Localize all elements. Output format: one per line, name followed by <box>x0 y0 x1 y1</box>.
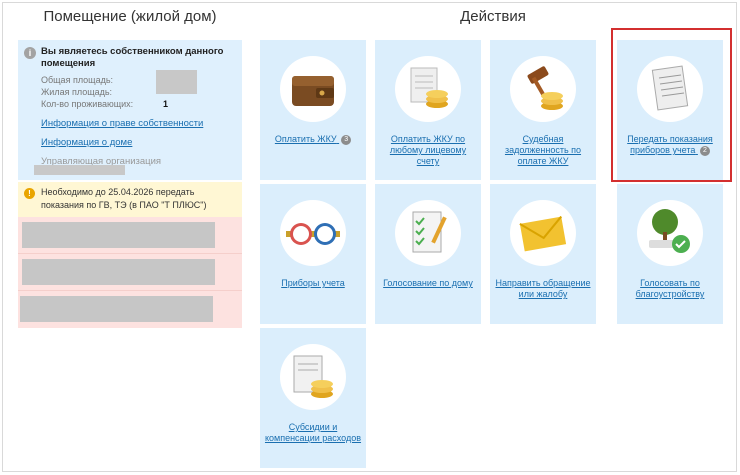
alert-row <box>18 254 242 291</box>
warning-icon: ! <box>24 188 35 199</box>
alert-row <box>18 291 242 328</box>
action-tile-court-debt[interactable]: Судебная задолженность по оплате ЖКУ <box>490 40 596 180</box>
living-area-row: Жилая площадь: <box>24 86 236 98</box>
action-tile-house-voting[interactable]: Голосование по дому <box>375 184 481 324</box>
residents-row: Кол-во проживающих: 1 <box>24 98 236 110</box>
coins-receipt-icon <box>393 54 463 124</box>
highlight-box <box>611 28 732 182</box>
actions-section-title: Действия <box>460 8 526 25</box>
action-label[interactable]: Судебная задолженность по оплате ЖКУ <box>490 134 596 167</box>
redacted-alert <box>20 296 213 322</box>
action-label[interactable]: Субсидии и компенсации расходов <box>260 422 366 444</box>
property-info-panel: i Вы являетесь собственником данного пом… <box>18 40 242 180</box>
action-tile-send-appeal[interactable]: Направить обращение или жалобу <box>490 184 596 324</box>
owner-text: Вы являетесь собственником данного помещ… <box>41 46 224 69</box>
ownership-info-link[interactable]: Информация о праве собственности <box>24 118 236 129</box>
water-meters-icon <box>278 198 348 268</box>
living-area-label: Жилая площадь: <box>41 87 113 97</box>
action-tile-improvement-voting[interactable]: Голосовать по благоустройству <box>617 184 723 324</box>
action-label[interactable]: Голосовать по благоустройству <box>617 278 723 300</box>
meter-reading-notice: ! Необходимо до 25.04.2026 передать пока… <box>18 182 242 217</box>
count-badge: 3 <box>341 134 352 145</box>
notice-text: Необходимо до 25.04.2026 передать показа… <box>41 187 207 210</box>
house-info-link[interactable]: Информация о доме <box>24 137 236 148</box>
gavel-coins-icon <box>508 54 578 124</box>
redacted-area-values <box>156 70 197 94</box>
action-label[interactable]: Направить обращение или жалобу <box>490 278 596 300</box>
action-label[interactable]: Приборы учета <box>277 278 349 289</box>
residents-value: 1 <box>163 99 169 109</box>
info-icon: i <box>24 47 36 59</box>
action-label[interactable]: Оплатить ЖКУ по любому лицевому счету <box>375 134 481 167</box>
total-area-row: Общая площадь: <box>24 74 236 86</box>
wallet-icon <box>278 54 348 124</box>
action-label[interactable]: Оплатить ЖКУ 3 <box>271 134 355 145</box>
action-tile-pay-any-account[interactable]: Оплатить ЖКУ по любому лицевому счету <box>375 40 481 180</box>
total-area-label: Общая площадь: <box>41 75 114 85</box>
action-tile-meters[interactable]: Приборы учета <box>260 184 366 324</box>
redacted-alert <box>22 259 215 285</box>
alerts-panel <box>18 217 242 328</box>
envelope-icon <box>508 198 578 268</box>
checklist-icon <box>393 198 463 268</box>
alert-row <box>18 217 242 254</box>
tree-check-icon <box>635 198 705 268</box>
action-tile-pay[interactable]: Оплатить ЖКУ 3 <box>260 40 366 180</box>
residents-label: Кол-во проживающих: <box>41 99 134 109</box>
redacted-management-org <box>34 165 125 175</box>
property-section-title: Помещение (жилой дом) <box>43 8 217 25</box>
redacted-alert <box>22 222 215 248</box>
subsidy-document-icon <box>278 342 348 412</box>
action-tile-subsidies[interactable]: Субсидии и компенсации расходов <box>260 328 366 468</box>
action-label[interactable]: Голосование по дому <box>379 278 477 289</box>
owner-notice: i Вы являетесь собственником данного пом… <box>24 46 236 70</box>
